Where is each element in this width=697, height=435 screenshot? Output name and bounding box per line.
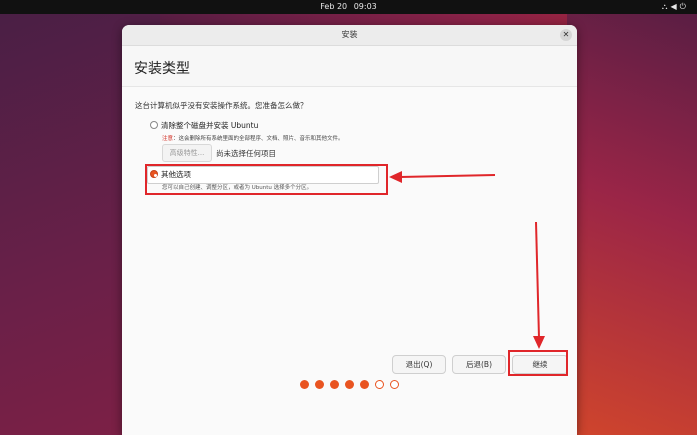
annotation-arrow-line <box>399 174 496 178</box>
annotation-arrowhead <box>533 336 545 349</box>
annotation-arrow-line <box>535 221 540 339</box>
annotation-arrows <box>389 171 545 349</box>
annotation-arrowhead <box>389 171 402 183</box>
